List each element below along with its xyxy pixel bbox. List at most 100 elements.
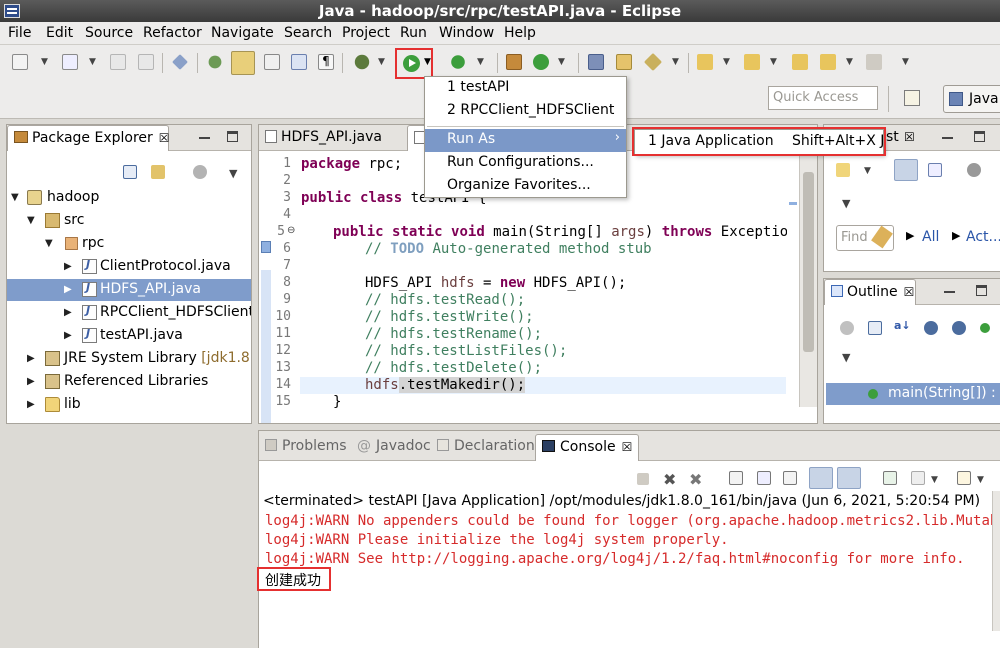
display-selected-console-icon[interactable] [911, 471, 925, 485]
collapse-all-icon[interactable] [868, 321, 882, 335]
back-dropdown-icon[interactable]: ▼ [846, 57, 853, 67]
run-dropdown-icon[interactable]: ▼ [424, 57, 431, 67]
maximize-icon[interactable] [976, 285, 987, 296]
hide-fields-icon[interactable] [924, 321, 938, 335]
tab-javadoc[interactable]: @ Javadoc [351, 434, 437, 460]
menu-help[interactable]: Help [504, 25, 536, 41]
window-title-bar[interactable]: Java - hadoop/src/rpc/testAPI.java - Ecl… [0, 0, 1000, 22]
window-menu-icon[interactable] [4, 4, 20, 18]
tree-item-rpc-client[interactable]: ▶ RPCClient_HDFSClient.j [7, 302, 251, 324]
run-configurations-item[interactable]: Run Configurations... [425, 152, 626, 175]
clear-icon[interactable] [871, 225, 893, 249]
collapse-arrow-icon[interactable]: ▼ [27, 215, 35, 226]
scheduled-icon[interactable] [928, 163, 942, 177]
view-menu-icon[interactable]: ▼ [842, 351, 850, 364]
categorized-icon[interactable] [894, 159, 918, 181]
all-link[interactable]: All [922, 229, 939, 245]
new-task-icon[interactable] [836, 163, 850, 177]
menu-refactor[interactable]: Refactor [143, 25, 202, 41]
menu-search[interactable]: Search [284, 25, 332, 41]
show-source-icon[interactable] [291, 54, 307, 70]
mark-occurrences-icon[interactable] [231, 51, 255, 75]
menu-project[interactable]: Project [342, 25, 390, 41]
expand-arrow-icon[interactable]: ▶ [27, 376, 35, 387]
find-field[interactable]: Find [836, 225, 894, 251]
last-edit-location-icon[interactable] [792, 54, 808, 70]
run-history-item[interactable]: 1 testAPI [425, 77, 626, 100]
menu-file[interactable]: File [8, 25, 31, 41]
new-project-dropdown-icon[interactable]: ▼ [89, 57, 96, 67]
focus-icon[interactable] [840, 321, 854, 335]
forward-icon[interactable] [866, 54, 882, 70]
new-java-class-icon[interactable] [533, 54, 549, 70]
new-class-dropdown-icon[interactable]: ▼ [558, 57, 565, 67]
scrollbar-thumb[interactable] [803, 172, 814, 352]
menu-edit[interactable]: Edit [46, 25, 73, 41]
expand-arrow-icon[interactable]: ▶ [64, 330, 72, 341]
open-console-icon[interactable] [957, 471, 971, 485]
previous-annotation-icon[interactable] [744, 54, 760, 70]
coverage-icon[interactable] [451, 55, 465, 69]
next-annotation-down-icon[interactable] [697, 54, 713, 70]
maximize-icon[interactable] [974, 131, 985, 142]
terminate-icon[interactable] [637, 473, 649, 485]
console-output[interactable]: <terminated> testAPI [Java Application] … [259, 491, 1000, 648]
outline-item-main[interactable]: main(String[]) : [826, 383, 1000, 405]
expand-arrow-icon[interactable]: ▶ [27, 353, 35, 364]
run-button[interactable]: ▼ [395, 48, 433, 79]
next-dropdown-icon[interactable]: ▼ [723, 57, 730, 67]
pin-console-icon[interactable] [883, 471, 897, 485]
link-with-editor-icon[interactable] [151, 165, 165, 179]
collapse-all-icon[interactable] [123, 165, 137, 179]
view-menu-icon[interactable]: ▼ [842, 197, 850, 210]
tab-problems[interactable]: Problems [259, 434, 353, 460]
pin-icon[interactable] [172, 54, 188, 70]
collapse-arrow-icon[interactable]: ▼ [45, 238, 53, 249]
tree-item-lib[interactable]: ▶ lib [7, 394, 251, 416]
close-icon[interactable]: ☒ [159, 131, 170, 145]
tab-console[interactable]: Console ☒ [535, 434, 640, 461]
open-perspective-icon[interactable] [904, 90, 920, 106]
hide-non-public-icon[interactable] [980, 323, 990, 333]
menu-navigate[interactable]: Navigate [211, 25, 274, 41]
tree-item-src[interactable]: ▼ src [7, 210, 251, 232]
focus-on-workweek-icon[interactable] [967, 163, 981, 177]
expand-arrow-icon[interactable]: ▶ [64, 284, 72, 295]
console-scrollbar[interactable] [992, 491, 1000, 631]
maximize-icon[interactable] [227, 131, 238, 142]
hide-static-icon[interactable] [952, 321, 966, 335]
tree-item-client-protocol[interactable]: ▶ ClientProtocol.java [7, 256, 251, 278]
back-icon[interactable] [820, 54, 836, 70]
view-menu-icon[interactable]: ▼ [229, 167, 237, 180]
new-dropdown-icon[interactable]: ▼ [41, 57, 48, 67]
focus-icon[interactable] [193, 165, 207, 179]
save-all-icon[interactable] [138, 54, 154, 70]
tab-package-explorer[interactable]: Package Explorer ☒ [7, 125, 170, 151]
activate-link[interactable]: Act... [966, 229, 1000, 245]
clear-console-icon[interactable] [729, 471, 743, 485]
save-icon[interactable] [110, 54, 126, 70]
java-perspective-button[interactable]: Java [943, 85, 1000, 113]
collapse-arrow-icon[interactable]: ▼ [11, 192, 19, 203]
word-wrap-icon[interactable] [783, 471, 797, 485]
coverage-dropdown-icon[interactable]: ▼ [477, 57, 484, 67]
sort-icon[interactable]: a↓ [894, 319, 911, 335]
open-type-icon[interactable] [588, 54, 604, 70]
forward-dropdown-icon[interactable]: ▼ [902, 57, 909, 67]
expand-arrow-icon[interactable]: ▶ [64, 307, 72, 318]
menu-source[interactable]: Source [85, 25, 133, 41]
menu-run[interactable]: Run [400, 25, 427, 41]
tab-hdfs-api[interactable]: HDFS_API.java [259, 125, 407, 151]
quick-access-field[interactable]: Quick Access [768, 86, 878, 110]
task-ruler-mark[interactable] [789, 202, 797, 205]
new-icon[interactable] [12, 54, 28, 70]
tree-item-project[interactable]: ▼ hadoop [7, 187, 251, 209]
debug-icon[interactable] [354, 54, 370, 70]
expand-arrow-icon[interactable]: ▶ [64, 261, 72, 272]
remove-launch-icon[interactable]: ✖ [663, 470, 679, 489]
minimize-icon[interactable] [944, 291, 955, 293]
minimize-icon[interactable] [199, 137, 210, 139]
show-whitespace-icon[interactable]: ¶ [318, 54, 334, 70]
task-list-tab-label[interactable]: st [886, 129, 899, 145]
organize-favorites-item[interactable]: Organize Favorites... [425, 175, 626, 198]
